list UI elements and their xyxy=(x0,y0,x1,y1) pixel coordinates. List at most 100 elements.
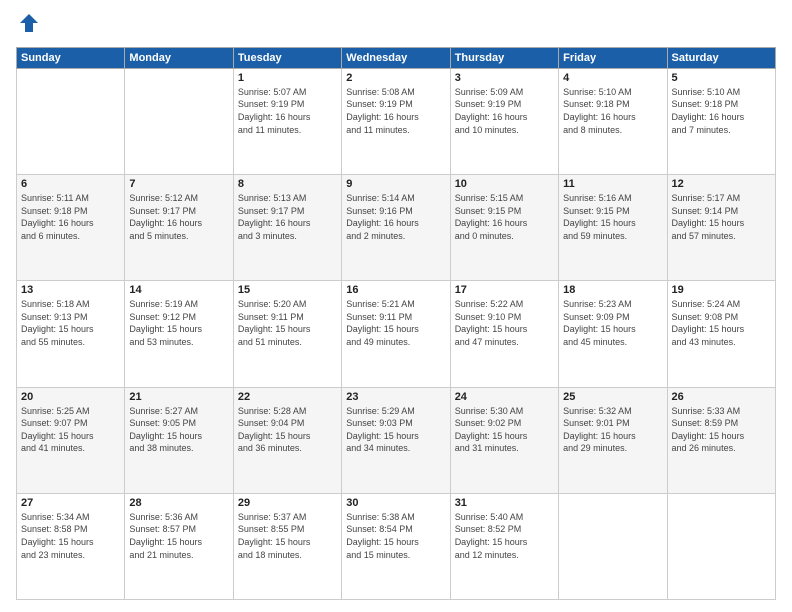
day-info: Sunrise: 5:15 AM Sunset: 9:15 PM Dayligh… xyxy=(455,192,554,242)
calendar-cell: 27 Sunrise: 5:34 AM Sunset: 8:58 PM Dayli… xyxy=(17,493,125,599)
page: SundayMondayTuesdayWednesdayThursdayFrid… xyxy=(0,0,792,612)
day-number: 26 xyxy=(672,391,771,403)
calendar-cell xyxy=(559,493,667,599)
day-number: 6 xyxy=(21,178,120,190)
calendar-cell xyxy=(125,68,233,174)
day-number: 1 xyxy=(238,72,337,84)
day-info: Sunrise: 5:12 AM Sunset: 9:17 PM Dayligh… xyxy=(129,192,228,242)
day-number: 5 xyxy=(672,72,771,84)
calendar-cell: 12 Sunrise: 5:17 AM Sunset: 9:14 PM Dayli… xyxy=(667,175,775,281)
day-number: 12 xyxy=(672,178,771,190)
calendar-week-row: 13 Sunrise: 5:18 AM Sunset: 9:13 PM Dayli… xyxy=(17,281,776,387)
calendar-cell: 8 Sunrise: 5:13 AM Sunset: 9:17 PM Daylig… xyxy=(233,175,341,281)
weekday-row: SundayMondayTuesdayWednesdayThursdayFrid… xyxy=(17,47,776,68)
day-info: Sunrise: 5:38 AM Sunset: 8:54 PM Dayligh… xyxy=(346,511,445,561)
calendar-week-row: 1Sunrise: 5:07 AM Sunset: 9:19 PM Daylig… xyxy=(17,68,776,174)
calendar-cell xyxy=(667,493,775,599)
day-info: Sunrise: 5:17 AM Sunset: 9:14 PM Dayligh… xyxy=(672,192,771,242)
calendar-cell: 5 Sunrise: 5:10 AM Sunset: 9:18 PM Daylig… xyxy=(667,68,775,174)
day-info: Sunrise: 5:32 AM Sunset: 9:01 PM Dayligh… xyxy=(563,405,662,455)
day-number: 3 xyxy=(455,72,554,84)
weekday-header: Wednesday xyxy=(342,47,450,68)
day-info: Sunrise: 5:10 AM Sunset: 9:18 PM Dayligh… xyxy=(672,86,771,136)
calendar-week-row: 6 Sunrise: 5:11 AM Sunset: 9:18 PM Daylig… xyxy=(17,175,776,281)
calendar-week-row: 20Sunrise: 5:25 AM Sunset: 9:07 PM Dayli… xyxy=(17,387,776,493)
day-number: 31 xyxy=(455,497,554,509)
weekday-header: Thursday xyxy=(450,47,558,68)
day-info: Sunrise: 5:21 AM Sunset: 9:11 PM Dayligh… xyxy=(346,298,445,348)
day-info: Sunrise: 5:25 AM Sunset: 9:07 PM Dayligh… xyxy=(21,405,120,455)
logo-icon xyxy=(18,12,40,34)
calendar-cell: 28 Sunrise: 5:36 AM Sunset: 8:57 PM Dayli… xyxy=(125,493,233,599)
calendar-cell: 31 Sunrise: 5:40 AM Sunset: 8:52 PM Dayli… xyxy=(450,493,558,599)
day-number: 29 xyxy=(238,497,337,509)
day-number: 4 xyxy=(563,72,662,84)
calendar-cell: 19Sunrise: 5:24 AM Sunset: 9:08 PM Dayli… xyxy=(667,281,775,387)
calendar-cell: 9 Sunrise: 5:14 AM Sunset: 9:16 PM Daylig… xyxy=(342,175,450,281)
day-info: Sunrise: 5:34 AM Sunset: 8:58 PM Dayligh… xyxy=(21,511,120,561)
day-info: Sunrise: 5:28 AM Sunset: 9:04 PM Dayligh… xyxy=(238,405,337,455)
day-info: Sunrise: 5:10 AM Sunset: 9:18 PM Dayligh… xyxy=(563,86,662,136)
calendar-header: SundayMondayTuesdayWednesdayThursdayFrid… xyxy=(17,47,776,68)
calendar-cell: 20Sunrise: 5:25 AM Sunset: 9:07 PM Dayli… xyxy=(17,387,125,493)
day-info: Sunrise: 5:20 AM Sunset: 9:11 PM Dayligh… xyxy=(238,298,337,348)
day-info: Sunrise: 5:30 AM Sunset: 9:02 PM Dayligh… xyxy=(455,405,554,455)
day-info: Sunrise: 5:14 AM Sunset: 9:16 PM Dayligh… xyxy=(346,192,445,242)
weekday-header: Friday xyxy=(559,47,667,68)
day-number: 8 xyxy=(238,178,337,190)
day-info: Sunrise: 5:09 AM Sunset: 9:19 PM Dayligh… xyxy=(455,86,554,136)
day-info: Sunrise: 5:29 AM Sunset: 9:03 PM Dayligh… xyxy=(346,405,445,455)
day-number: 27 xyxy=(21,497,120,509)
header xyxy=(16,12,776,39)
calendar-cell: 11 Sunrise: 5:16 AM Sunset: 9:15 PM Dayli… xyxy=(559,175,667,281)
day-info: Sunrise: 5:33 AM Sunset: 8:59 PM Dayligh… xyxy=(672,405,771,455)
day-number: 24 xyxy=(455,391,554,403)
day-info: Sunrise: 5:40 AM Sunset: 8:52 PM Dayligh… xyxy=(455,511,554,561)
day-number: 2 xyxy=(346,72,445,84)
calendar-cell: 13 Sunrise: 5:18 AM Sunset: 9:13 PM Dayli… xyxy=(17,281,125,387)
day-info: Sunrise: 5:11 AM Sunset: 9:18 PM Dayligh… xyxy=(21,192,120,242)
calendar-cell: 26 Sunrise: 5:33 AM Sunset: 8:59 PM Dayli… xyxy=(667,387,775,493)
day-number: 17 xyxy=(455,284,554,296)
day-number: 10 xyxy=(455,178,554,190)
calendar-body: 1Sunrise: 5:07 AM Sunset: 9:19 PM Daylig… xyxy=(17,68,776,599)
day-info: Sunrise: 5:27 AM Sunset: 9:05 PM Dayligh… xyxy=(129,405,228,455)
calendar-cell: 18Sunrise: 5:23 AM Sunset: 9:09 PM Dayli… xyxy=(559,281,667,387)
day-info: Sunrise: 5:16 AM Sunset: 9:15 PM Dayligh… xyxy=(563,192,662,242)
calendar-cell: 4 Sunrise: 5:10 AM Sunset: 9:18 PM Daylig… xyxy=(559,68,667,174)
calendar-cell: 3 Sunrise: 5:09 AM Sunset: 9:19 PM Daylig… xyxy=(450,68,558,174)
calendar-cell: 25 Sunrise: 5:32 AM Sunset: 9:01 PM Dayli… xyxy=(559,387,667,493)
day-number: 7 xyxy=(129,178,228,190)
calendar-cell: 30Sunrise: 5:38 AM Sunset: 8:54 PM Dayli… xyxy=(342,493,450,599)
calendar-cell: 6 Sunrise: 5:11 AM Sunset: 9:18 PM Daylig… xyxy=(17,175,125,281)
weekday-header: Tuesday xyxy=(233,47,341,68)
calendar-cell xyxy=(17,68,125,174)
calendar-cell: 7 Sunrise: 5:12 AM Sunset: 9:17 PM Daylig… xyxy=(125,175,233,281)
day-number: 13 xyxy=(21,284,120,296)
calendar-cell: 17 Sunrise: 5:22 AM Sunset: 9:10 PM Dayli… xyxy=(450,281,558,387)
day-number: 22 xyxy=(238,391,337,403)
calendar-cell: 24 Sunrise: 5:30 AM Sunset: 9:02 PM Dayli… xyxy=(450,387,558,493)
calendar-cell: 29Sunrise: 5:37 AM Sunset: 8:55 PM Dayli… xyxy=(233,493,341,599)
weekday-header: Sunday xyxy=(17,47,125,68)
calendar-cell: 1Sunrise: 5:07 AM Sunset: 9:19 PM Daylig… xyxy=(233,68,341,174)
day-number: 28 xyxy=(129,497,228,509)
calendar-cell: 2 Sunrise: 5:08 AM Sunset: 9:19 PM Daylig… xyxy=(342,68,450,174)
day-info: Sunrise: 5:19 AM Sunset: 9:12 PM Dayligh… xyxy=(129,298,228,348)
day-info: Sunrise: 5:13 AM Sunset: 9:17 PM Dayligh… xyxy=(238,192,337,242)
day-info: Sunrise: 5:18 AM Sunset: 9:13 PM Dayligh… xyxy=(21,298,120,348)
calendar-cell: 22 Sunrise: 5:28 AM Sunset: 9:04 PM Dayli… xyxy=(233,387,341,493)
day-info: Sunrise: 5:36 AM Sunset: 8:57 PM Dayligh… xyxy=(129,511,228,561)
day-number: 9 xyxy=(346,178,445,190)
day-number: 23 xyxy=(346,391,445,403)
calendar-cell: 21Sunrise: 5:27 AM Sunset: 9:05 PM Dayli… xyxy=(125,387,233,493)
calendar-week-row: 27 Sunrise: 5:34 AM Sunset: 8:58 PM Dayli… xyxy=(17,493,776,599)
calendar-cell: 15Sunrise: 5:20 AM Sunset: 9:11 PM Dayli… xyxy=(233,281,341,387)
day-number: 14 xyxy=(129,284,228,296)
day-info: Sunrise: 5:08 AM Sunset: 9:19 PM Dayligh… xyxy=(346,86,445,136)
logo xyxy=(16,12,40,39)
day-number: 11 xyxy=(563,178,662,190)
day-number: 25 xyxy=(563,391,662,403)
calendar-cell: 23 Sunrise: 5:29 AM Sunset: 9:03 PM Dayli… xyxy=(342,387,450,493)
day-info: Sunrise: 5:22 AM Sunset: 9:10 PM Dayligh… xyxy=(455,298,554,348)
